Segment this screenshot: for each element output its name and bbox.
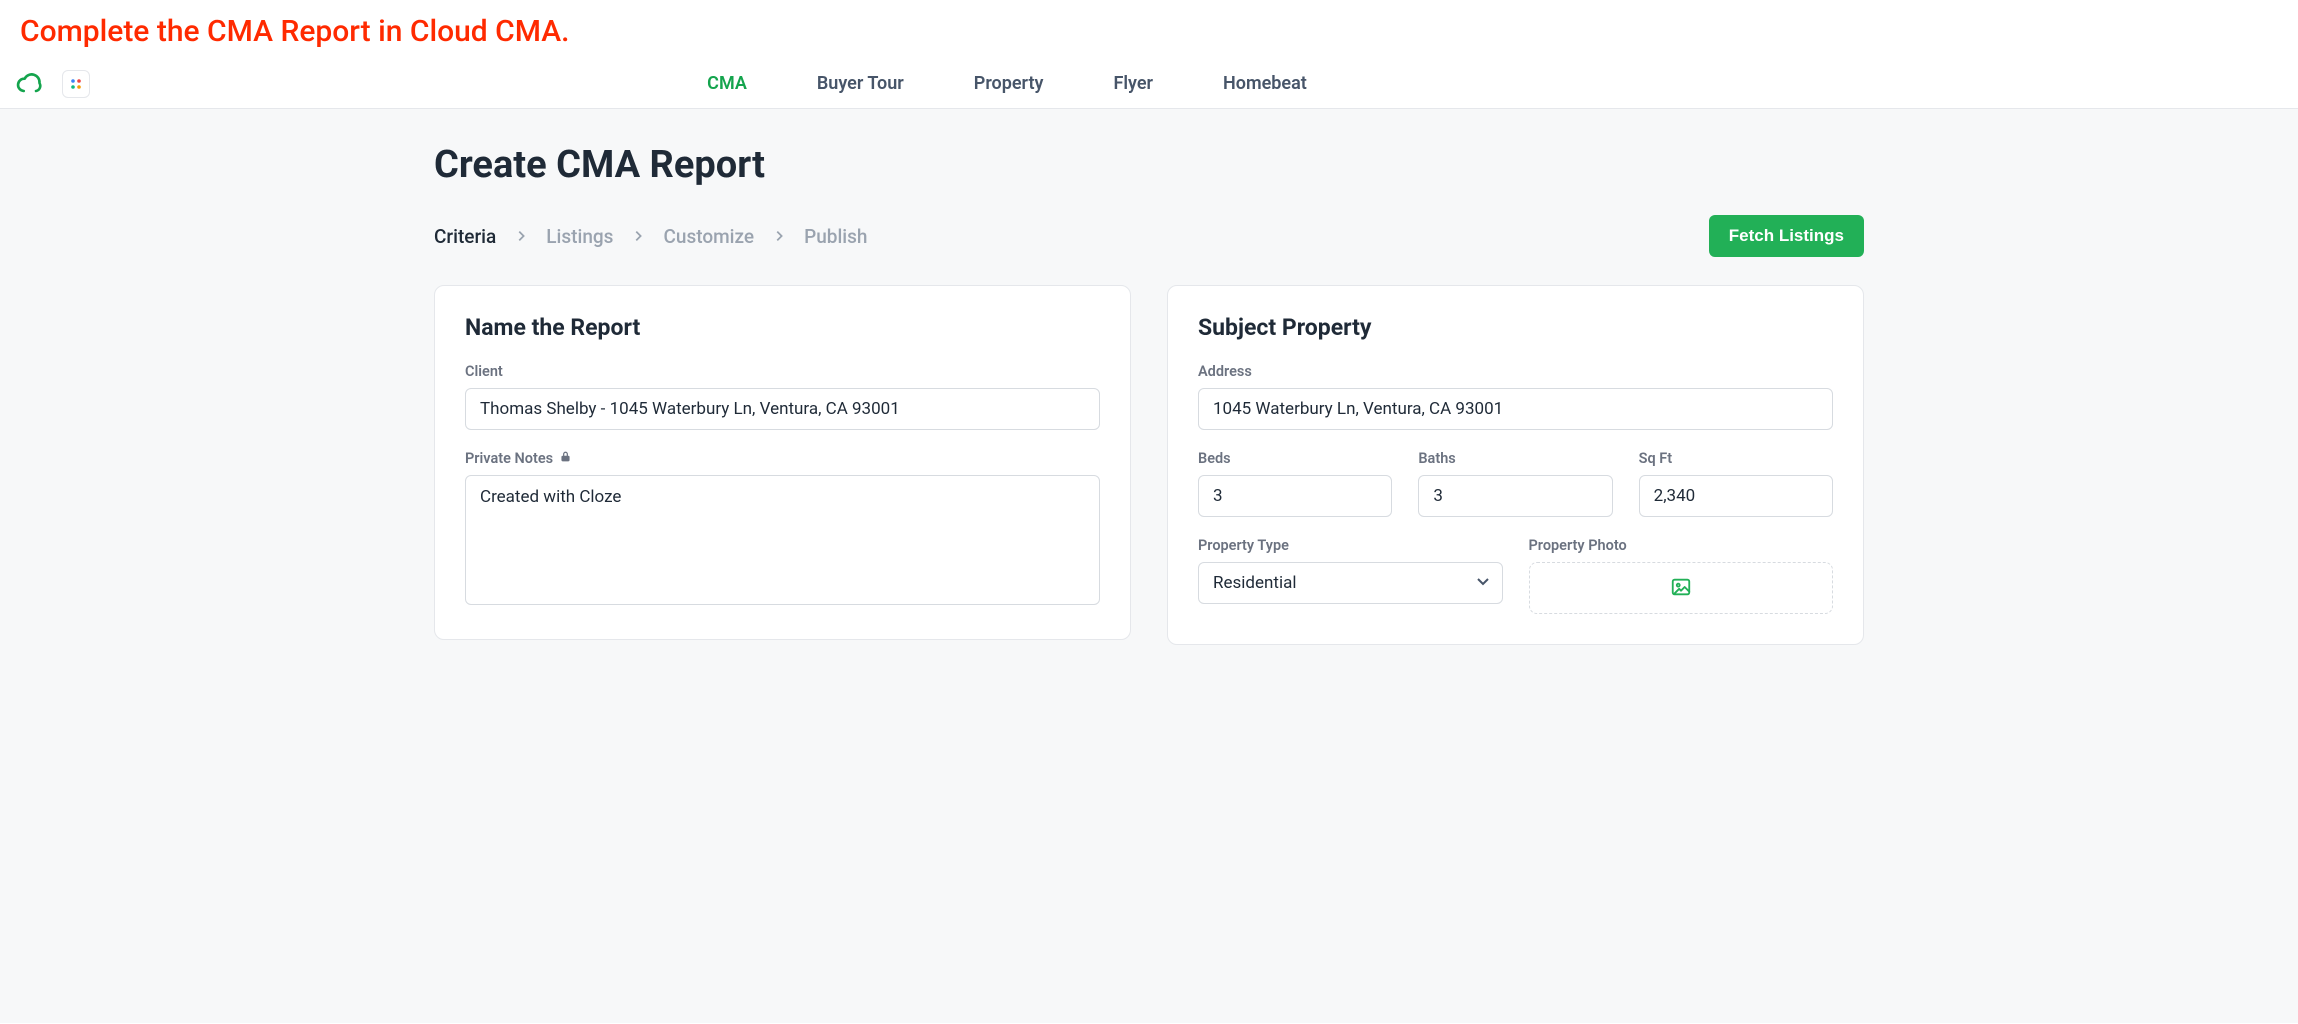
step-criteria[interactable]: Criteria: [434, 225, 496, 248]
step-listings[interactable]: Listings: [546, 225, 613, 248]
lock-icon: [559, 450, 572, 467]
page-title: Create CMA Report: [434, 143, 1864, 187]
property-type-label: Property Type: [1198, 537, 1503, 554]
nav-item-homebeat[interactable]: Homebeat: [1223, 67, 1307, 100]
nav-item-property[interactable]: Property: [974, 67, 1044, 100]
property-photo-dropzone[interactable]: [1529, 562, 1834, 614]
card-title-name: Name the Report: [465, 314, 1100, 341]
instruction-banner: Complete the CMA Report in Cloud CMA.: [0, 0, 2298, 59]
breadcrumb: Criteria Listings Customize Publish: [434, 225, 868, 248]
beds-input[interactable]: [1198, 475, 1392, 517]
cloud-logo[interactable]: [14, 69, 44, 99]
subject-property-card: Subject Property Address Beds Baths Sq F…: [1167, 285, 1864, 645]
step-publish[interactable]: Publish: [804, 225, 867, 248]
property-photo-label: Property Photo: [1529, 537, 1834, 554]
top-nav: CMA Buyer Tour Property Flyer Homebeat: [90, 67, 1924, 100]
address-label: Address: [1198, 363, 1833, 380]
page-body: Create CMA Report Criteria Listings Cust…: [0, 109, 2298, 1023]
image-icon: [1670, 576, 1692, 602]
nav-item-flyer[interactable]: Flyer: [1113, 67, 1153, 100]
private-notes-label: Private Notes: [465, 450, 1100, 467]
address-input[interactable]: [1198, 388, 1833, 430]
private-notes-textarea[interactable]: [465, 475, 1100, 605]
client-input[interactable]: [465, 388, 1100, 430]
sqft-label: Sq Ft: [1639, 450, 1833, 467]
step-customize[interactable]: Customize: [663, 225, 754, 248]
topbar: CMA Buyer Tour Property Flyer Homebeat: [0, 59, 2298, 109]
sqft-input[interactable]: [1639, 475, 1833, 517]
card-title-subject: Subject Property: [1198, 314, 1833, 341]
nav-item-buyer-tour[interactable]: Buyer Tour: [817, 67, 904, 100]
beds-label: Beds: [1198, 450, 1392, 467]
chevron-right-icon: [514, 229, 528, 243]
apps-button[interactable]: [62, 70, 90, 98]
name-report-card: Name the Report Client Private Notes: [434, 285, 1131, 640]
chevron-right-icon: [772, 229, 786, 243]
nav-item-cma[interactable]: CMA: [707, 67, 747, 100]
fetch-listings-button[interactable]: Fetch Listings: [1709, 215, 1864, 257]
baths-input[interactable]: [1418, 475, 1612, 517]
private-notes-label-text: Private Notes: [465, 450, 553, 467]
client-label: Client: [465, 363, 1100, 380]
property-type-select[interactable]: Residential: [1198, 562, 1503, 604]
chevron-right-icon: [631, 229, 645, 243]
baths-label: Baths: [1418, 450, 1612, 467]
